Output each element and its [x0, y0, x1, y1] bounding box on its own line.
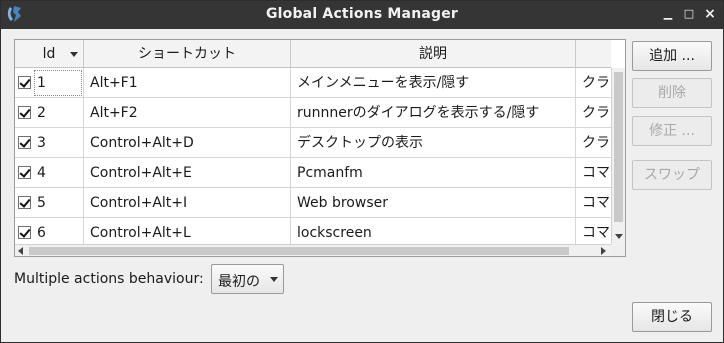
id-cell: 6: [15, 218, 84, 244]
edit-button[interactable]: 修正 ...: [632, 116, 712, 146]
table-row[interactable]: 5 Control+Alt+I Web browser コマ: [15, 188, 611, 218]
row-id: 4: [37, 165, 46, 181]
multiple-actions-behaviour-label: Multiple actions behaviour:: [14, 271, 204, 287]
table-body: 1 Alt+F1 メインメニューを表示/隠す クラ 2 Alt+F2 runnn…: [15, 68, 611, 244]
id-cell: 3: [15, 128, 84, 158]
type-cell: クラ: [582, 105, 610, 121]
column-header-id[interactable]: ld: [15, 40, 84, 68]
window-title: Global Actions Manager: [265, 6, 459, 22]
shortcut-cell: Alt+F2: [84, 98, 291, 128]
id-cell: 1: [15, 68, 84, 98]
delete-button[interactable]: 削除: [632, 78, 712, 108]
vertical-scrollbar[interactable]: [611, 68, 625, 244]
enabled-checkbox[interactable]: [18, 136, 31, 149]
chevron-down-icon: [270, 277, 278, 282]
shortcut-cell: Control+Alt+E: [84, 158, 291, 188]
scroll-left-icon[interactable]: [18, 247, 23, 255]
enabled-checkbox[interactable]: [18, 76, 31, 89]
sort-arrow-icon: [70, 52, 78, 57]
shortcut-cell: Control+Alt+D: [84, 128, 291, 158]
shortcut-cell: Control+Alt+I: [84, 188, 291, 218]
scroll-down-icon[interactable]: [615, 234, 623, 239]
id-cell: 2: [15, 98, 84, 128]
close-button[interactable]: 閉じる: [632, 302, 712, 332]
global-actions-window: Global Actions Manager ▁ □ × ld ショートカット …: [0, 0, 724, 343]
row-id: 6: [37, 225, 46, 241]
type-cell: コマ: [582, 225, 610, 241]
title-bar[interactable]: Global Actions Manager ▁ □ ×: [1, 1, 723, 29]
table-row[interactable]: 2 Alt+F2 runnnerのダイアログを表示する/隠す クラ: [15, 98, 611, 128]
row-id: 2: [37, 105, 46, 121]
table-row[interactable]: 4 Control+Alt+E Pcmanfm コマ: [15, 158, 611, 188]
shortcut-cell: Alt+F1: [84, 68, 291, 98]
shortcut-cell: Control+Alt+L: [84, 218, 291, 244]
row-id: 1: [37, 75, 46, 91]
table-row[interactable]: 3 Control+Alt+D デスクトップの表示 クラ: [15, 128, 611, 158]
type-cell: クラ: [582, 135, 610, 151]
column-header-shortcut[interactable]: ショートカット: [84, 40, 291, 68]
column-header-id-label: ld: [42, 46, 56, 62]
enabled-checkbox[interactable]: [18, 166, 31, 179]
select-value: 最初の: [218, 274, 260, 290]
id-cell: 4: [15, 158, 84, 188]
scroll-corner: [611, 244, 625, 256]
description-cell: デスクトップの表示: [291, 128, 576, 158]
minimize-icon[interactable]: ▁: [661, 7, 675, 21]
actions-table: ld ショートカット 説明 1 Alt+F1 メインメニューを表示/隠す クラ: [14, 39, 626, 257]
table-row[interactable]: 6 Control+Alt+L lockscreen コマ: [15, 218, 611, 244]
table-row[interactable]: 1 Alt+F1 メインメニューを表示/隠す クラ: [15, 68, 611, 98]
description-cell: Pcmanfm: [291, 158, 576, 188]
type-cell: コマ: [582, 195, 610, 211]
maximize-icon[interactable]: □: [682, 7, 696, 21]
row-id: 3: [37, 135, 46, 151]
enabled-checkbox[interactable]: [18, 106, 31, 119]
row-id: 5: [37, 195, 46, 211]
multiple-actions-behaviour-select[interactable]: 最初の: [211, 264, 284, 294]
vertical-scroll-thumb[interactable]: [614, 72, 623, 222]
table-header: ld ショートカット 説明: [15, 40, 611, 68]
type-cell: クラ: [582, 75, 610, 91]
description-cell: Web browser: [291, 188, 576, 218]
type-cell: コマ: [582, 165, 610, 181]
description-cell: runnnerのダイアログを表示する/隠す: [291, 98, 576, 128]
scroll-right-icon[interactable]: [601, 247, 606, 255]
horizontal-scrollbar[interactable]: [15, 244, 611, 256]
description-cell: lockscreen: [291, 218, 576, 244]
horizontal-scroll-thumb[interactable]: [29, 247, 569, 255]
enabled-checkbox[interactable]: [18, 196, 31, 209]
description-cell: メインメニューを表示/隠す: [291, 68, 576, 98]
id-cell: 5: [15, 188, 84, 218]
column-header-description[interactable]: 説明: [291, 40, 576, 68]
enabled-checkbox[interactable]: [18, 226, 31, 239]
add-button[interactable]: 追加 ...: [632, 41, 712, 71]
swap-button[interactable]: スワップ: [632, 160, 712, 190]
close-icon[interactable]: ×: [703, 7, 717, 21]
column-header-type[interactable]: [576, 40, 625, 68]
